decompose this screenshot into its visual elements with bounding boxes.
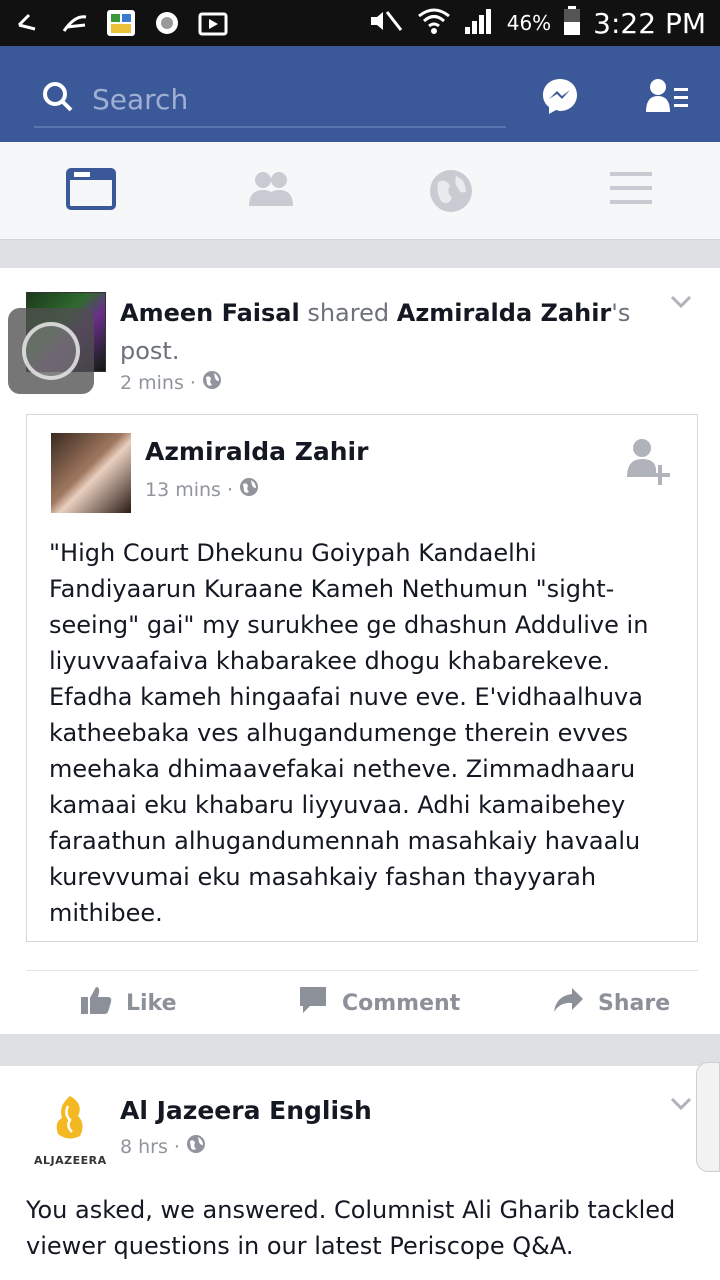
post-header: Ameen Faisal shared Azmiralda Zahir's po… [120,294,660,370]
post-time[interactable]: 2 mins [120,372,184,394]
post-meta: 8 hrs · [120,1134,206,1159]
shared-post-author[interactable]: Azmiralda Zahir [145,437,368,466]
chevron-down-icon[interactable] [670,294,692,316]
like-label: Like [126,990,177,1016]
feed-post: Ameen Faisal shared Azmiralda Zahir's po… [0,268,720,1034]
share-action-text: shared [307,299,390,327]
app-notification-icon [106,9,136,37]
tab-friends[interactable] [246,168,296,214]
camera-icon [198,9,228,37]
logo-text: ALJAZEERA [34,1154,107,1167]
post-time[interactable]: 8 hrs [120,1136,168,1158]
globe-icon [202,370,222,395]
shared-author-link[interactable]: Azmiralda Zahir [397,299,612,327]
post-author[interactable]: Al Jazeera English [120,1096,372,1125]
mute-icon [367,8,405,39]
tab-menu[interactable] [608,168,658,214]
search-icon [42,81,74,117]
floating-assistive-button[interactable] [8,308,94,394]
friend-requests-icon[interactable] [644,76,688,116]
separator-dot: · [189,371,196,394]
share-label: Share [598,990,671,1016]
nav-tabs [0,142,720,240]
post-link-text[interactable]: post. [120,337,179,365]
comment-label: Comment [342,990,461,1016]
post-actions: Like Comment Share [26,970,698,1034]
notification-icon [60,9,90,37]
shared-post-text: "High Court Dhekunu Goiypah Kandaelhi Fa… [49,539,649,927]
search-input[interactable]: Search [34,72,506,128]
add-friend-icon[interactable] [625,437,673,491]
share-button[interactable]: Share [552,971,670,1035]
tab-notifications[interactable] [428,168,478,214]
tab-news-feed[interactable] [66,168,116,214]
shared-post[interactable]: Azmiralda Zahir 13 mins · "High Court Dh… [26,414,698,942]
clock: 3:22 PM [593,6,706,40]
post-meta: 2 mins · [120,370,222,395]
page-logo[interactable]: ALJAZEERA [28,1092,112,1172]
shared-post-time[interactable]: 13 mins [145,479,221,501]
possessive-text: 's [611,299,631,327]
comment-icon [298,985,328,1021]
separator-dot: · [173,1135,180,1158]
signal-icon [463,7,495,40]
shared-avatar[interactable] [51,433,131,513]
status-bar: 46% 3:22 PM [0,0,720,46]
chevron-down-icon[interactable] [670,1096,692,1118]
battery-percent: 46% [506,11,552,35]
scroll-handle[interactable] [696,1062,720,1172]
app-bar: Search [0,46,720,142]
shared-post-meta: 13 mins · [145,477,259,502]
wifi-icon [417,7,451,40]
feed-post: ALJAZEERA Al Jazeera English 8 hrs · You… [0,1062,720,1280]
globe-icon [239,477,259,502]
post-author[interactable]: Ameen Faisal [120,299,300,327]
search-placeholder: Search [92,82,189,116]
assistive-circle-icon [22,322,80,380]
comment-button[interactable]: Comment [298,971,460,1035]
like-button[interactable]: Like [80,971,177,1035]
messenger-icon[interactable] [540,76,580,116]
post-text: You asked, we answered. Columnist Ali Gh… [26,1196,676,1260]
notification-icon [14,9,44,37]
globe-icon [186,1134,206,1159]
aljazeera-logo-icon [56,1096,83,1139]
share-arrow-icon [552,986,584,1020]
battery-icon [563,5,581,41]
separator-dot: · [226,478,233,501]
record-icon [152,9,182,37]
thumbs-up-icon [80,985,112,1021]
